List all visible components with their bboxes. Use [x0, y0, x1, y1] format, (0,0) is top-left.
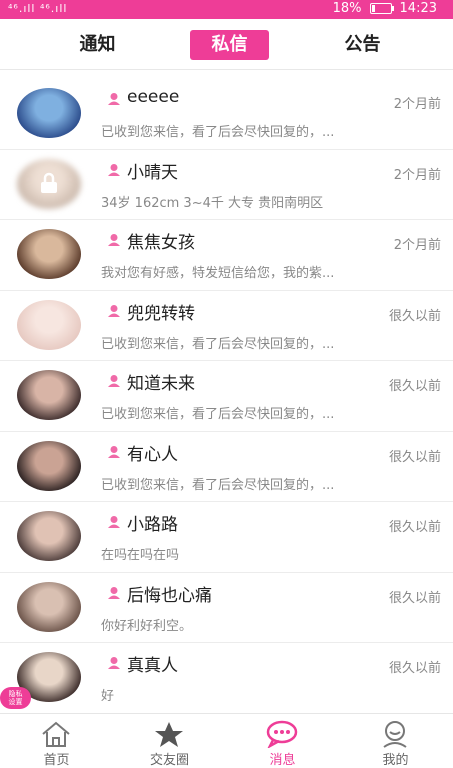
privacy-label-line2: 设置 [8, 698, 23, 706]
message-preview: 34岁 162cm 3~4千 大专 贵阳南明区 [101, 195, 324, 211]
avatar [17, 581, 81, 632]
lock-icon [41, 172, 57, 193]
nav-profile-label: 我的 [382, 753, 409, 768]
chat-bubble-icon [266, 720, 298, 748]
sender-name: 真真人 [127, 656, 178, 676]
tab-private-messages[interactable]: 私信 [190, 30, 269, 60]
clock: 14:23 [399, 1, 437, 16]
member-icon [108, 586, 120, 599]
star-icon [155, 722, 183, 747]
sender-name: 小路路 [127, 515, 178, 535]
message-preview: 已收到您来信，看了后会尽快回复的，... [101, 336, 335, 352]
battery-percent: 18% [332, 1, 362, 16]
message-preview: 你好利好利空。 [101, 618, 193, 634]
nav-home[interactable]: 首页 [0, 714, 113, 768]
avatar [17, 88, 81, 138]
message-time: 2个月前 [393, 238, 441, 253]
message-time: 2个月前 [393, 167, 441, 183]
message-preview: 在吗在吗在吗 [101, 548, 180, 563]
member-icon [108, 657, 120, 669]
sender-name: 小晴天 [127, 162, 178, 183]
sender-name: 焦焦女孩 [127, 233, 195, 253]
message-time: 2个月前 [393, 97, 441, 112]
message-time: 很久以前 [388, 590, 441, 606]
message-preview: 我对您有好感，特发短信给您，我的紫... [101, 266, 335, 281]
member-icon [108, 304, 120, 317]
nav-profile[interactable]: 我的 [339, 714, 452, 768]
member-icon [108, 163, 120, 176]
privacy-label-line1: 隐私 [8, 690, 23, 698]
message-preview: 已收到您来信，看了后会尽快回复的，... [101, 125, 335, 140]
message-time: 很久以前 [388, 520, 441, 535]
message-row[interactable]: 兜兜转转 很久以前已收到您来信，看了后会尽快回复的，... [0, 291, 453, 361]
message-row[interactable]: 小晴天 2个月前 34岁 162cm 3~4千 大专 贵阳南明区 [0, 150, 453, 220]
message-time: 很久以前 [388, 449, 441, 465]
nav-messages[interactable]: 消息 [226, 714, 339, 768]
avatar [17, 229, 81, 279]
message-row[interactable]: 有心人 很久以前已收到您来信，看了后会尽快回复的，... [0, 432, 453, 502]
bottom-navigation: 首页 交友圈 消息 我的 [0, 713, 453, 768]
status-bar: ⁴⁶.ıll ⁴⁶.ıll 18% 14:23 [0, 0, 453, 19]
message-row[interactable]: eeeee 2个月前已收到您来信，看了后会尽快回复的，... [0, 79, 453, 150]
message-row[interactable]: 小路路 很久以前在吗在吗在吗 [0, 502, 453, 573]
message-row[interactable]: 知道未来 很久以前已收到您来信，看了后会尽快回复的，... [0, 361, 453, 432]
nav-friend-circle-label: 交友圈 [149, 753, 189, 768]
privacy-settings-button[interactable]: 隐私 设置 [0, 687, 31, 709]
message-preview: 已收到您来信，看了后会尽快回复的，... [101, 407, 335, 422]
tab-notifications[interactable]: 通知 [58, 30, 137, 60]
sender-name: eeeee [127, 87, 180, 107]
message-row[interactable]: 真真人 很久以前好 [0, 643, 453, 714]
battery-fill [371, 5, 375, 12]
sender-name: 有心人 [127, 444, 178, 465]
nav-friend-circle[interactable]: 交友圈 [113, 714, 226, 768]
message-preview: 好 [101, 689, 115, 704]
nav-messages-label: 消息 [269, 753, 296, 768]
sender-name: 知道未来 [127, 374, 195, 394]
member-icon [108, 516, 120, 528]
avatar [17, 440, 81, 491]
message-row[interactable]: 焦焦女孩 2个月前我对您有好感，特发短信给您，我的紫... [0, 220, 453, 291]
message-preview: 已收到您来信，看了后会尽快回复的，... [101, 477, 335, 493]
message-time: 很久以前 [388, 379, 441, 394]
message-list: eeeee 2个月前 已收到您来信，看了后会尽快回复的，... 小晴天 2个月前 34岁 … [0, 79, 453, 714]
message-row[interactable]: 后悔也心痛 很久以前你好利好利空。 [0, 573, 453, 643]
signal-indicator: ⁴⁶.ıll ⁴⁶.ıll [8, 2, 68, 15]
profile-icon [383, 721, 407, 748]
member-icon [108, 375, 120, 387]
message-tabs: 通知 私信 公告 [0, 19, 453, 70]
member-icon [108, 234, 120, 246]
sender-name: 兜兜转转 [127, 303, 195, 324]
sender-name: 后悔也心痛 [127, 585, 212, 606]
avatar [17, 370, 81, 420]
battery-icon [369, 3, 394, 14]
avatar [17, 299, 81, 350]
message-time: 很久以前 [388, 661, 441, 676]
avatar [17, 511, 81, 561]
member-icon [108, 445, 120, 458]
nav-home-label: 首页 [43, 753, 70, 768]
member-icon [108, 93, 120, 105]
home-icon [42, 721, 70, 747]
tab-announcements[interactable]: 公告 [323, 30, 402, 60]
message-time: 很久以前 [388, 308, 441, 324]
